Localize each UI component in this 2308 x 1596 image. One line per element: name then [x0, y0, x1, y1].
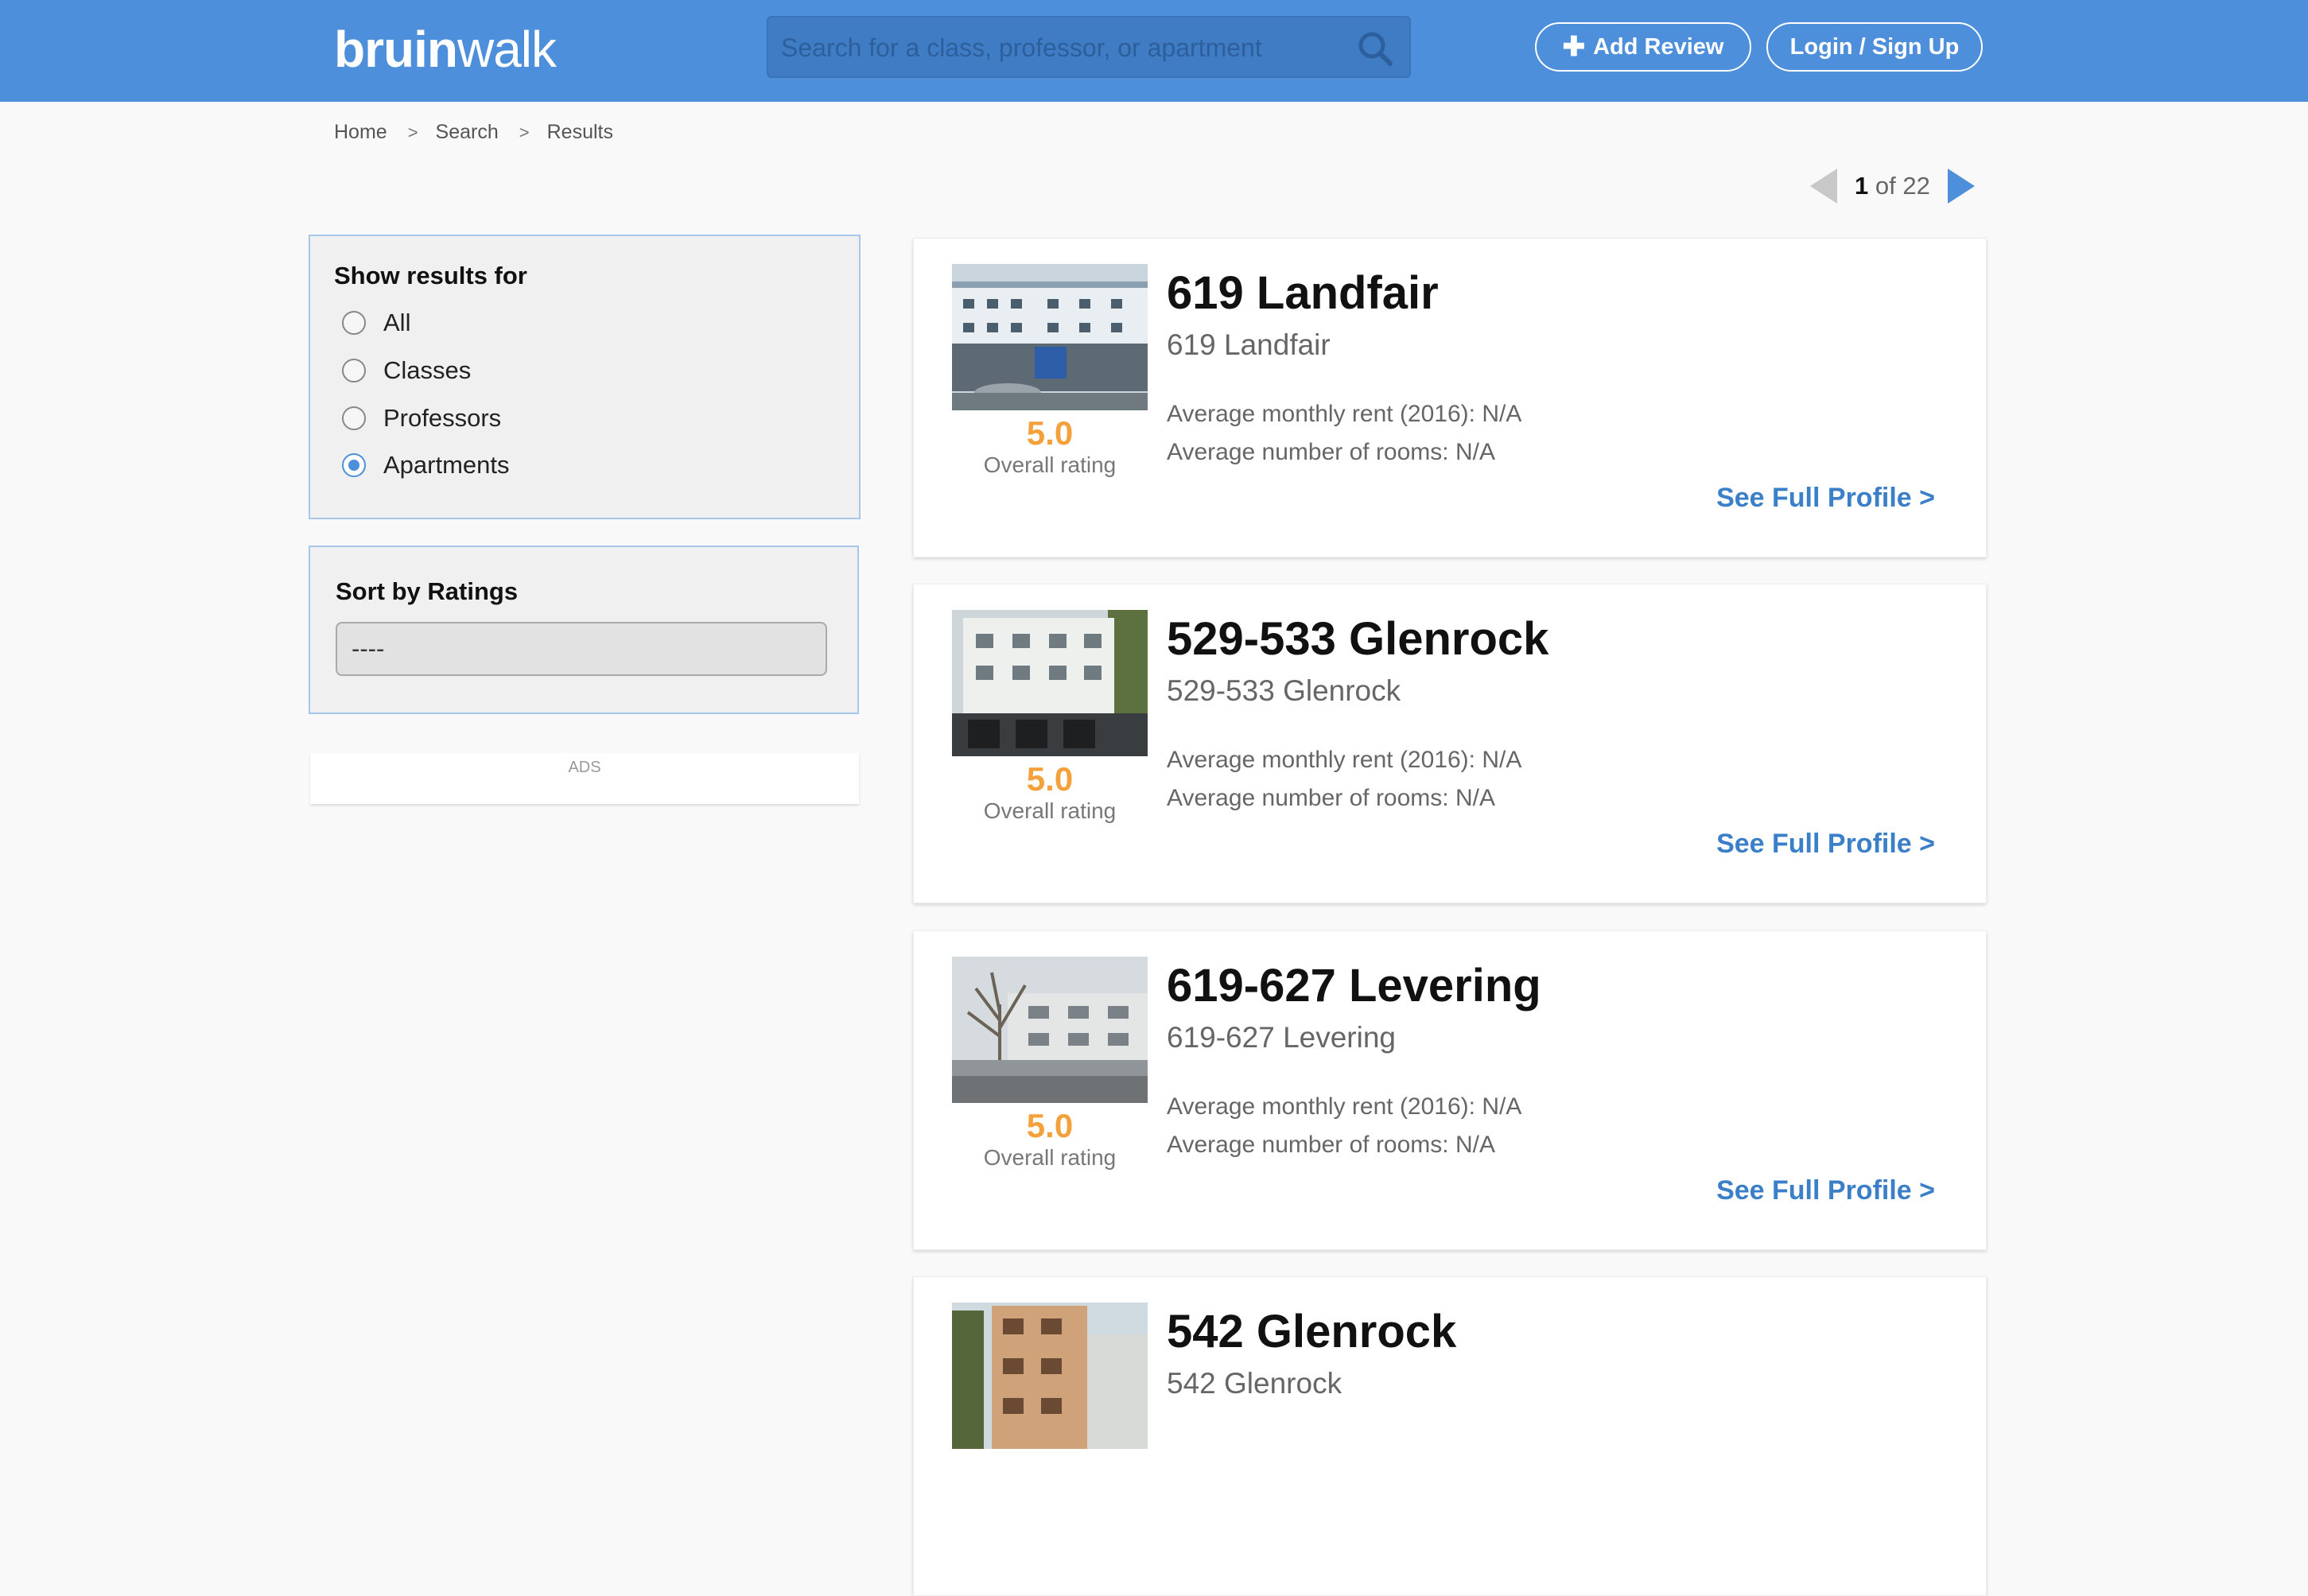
previous-page-icon[interactable]	[1810, 169, 1837, 204]
average-rooms: Average number of rooms: N/A	[1167, 1132, 1495, 1158]
average-rooms: Average number of rooms: N/A	[1167, 439, 1495, 465]
see-full-profile-link[interactable]: See Full Profile >	[1716, 826, 1935, 861]
overall-rating-value: 5.0	[1026, 760, 1074, 798]
page-indicator: 1 of 22	[1855, 172, 1930, 200]
breadcrumb-search[interactable]: Search	[436, 121, 499, 143]
radio-option-label: Classes	[383, 356, 472, 384]
result-subtitle: 542 Glenrock	[1167, 1367, 1342, 1400]
overall-rating-value: 5.0	[1026, 1107, 1074, 1144]
apartment-photo[interactable]	[952, 957, 1148, 1103]
apartment-photo[interactable]	[952, 1303, 1148, 1449]
pagination: 1 of 22	[1810, 169, 1975, 210]
radio-button-icon[interactable]	[342, 406, 366, 430]
average-rent: Average monthly rent (2016): N/A	[1167, 401, 1522, 427]
search-icon[interactable]	[1357, 30, 1393, 67]
search-bar	[767, 16, 1411, 78]
radio-option-label: All	[383, 309, 411, 336]
radio-button-icon[interactable]	[342, 359, 366, 382]
plus-icon: ✚	[1562, 32, 1586, 62]
result-subtitle: 619 Landfair	[1167, 328, 1331, 361]
average-rent: Average monthly rent (2016): N/A	[1167, 1093, 1522, 1120]
apartment-photo-image	[952, 1303, 1148, 1449]
result-card: 5.0 Overall rating 619-627 Levering 619-…	[913, 930, 1987, 1250]
radio-option-label: Apartments	[383, 451, 510, 479]
sort-title: Sort by Ratings	[336, 577, 519, 605]
result-subtitle: 529-533 Glenrock	[1167, 674, 1401, 707]
sort-panel: Sort by Ratings ----	[309, 546, 859, 714]
apartment-photo[interactable]	[952, 610, 1148, 756]
result-title[interactable]: 619-627 Levering	[1167, 958, 1541, 1014]
sort-select[interactable]: ----	[336, 622, 827, 676]
overall-rating-value: 5.0	[1026, 414, 1074, 452]
breadcrumb-results: Results	[546, 121, 613, 143]
overall-rating-label: Overall rating	[983, 452, 1117, 477]
apartment-photo-image	[952, 957, 1148, 1103]
login-signup-label: Login / Sign Up	[1789, 34, 1960, 60]
breadcrumb-separator: >	[407, 122, 418, 142]
top-navigation-bar: bruinwalk ✚ Add Review Login / Sign Up	[0, 0, 2308, 102]
search-input[interactable]	[779, 17, 1323, 78]
average-rooms: Average number of rooms: N/A	[1167, 785, 1495, 811]
ads-label: ADS	[568, 759, 601, 776]
ads-box: ADS	[310, 753, 859, 804]
see-full-profile-link[interactable]: See Full Profile >	[1716, 1173, 1935, 1208]
see-full-profile-link[interactable]: See Full Profile >	[1716, 480, 1935, 515]
result-title[interactable]: 529-533 Glenrock	[1167, 612, 1548, 667]
filter-title: Show results for	[334, 262, 527, 289]
result-title[interactable]: 619 Landfair	[1167, 266, 1439, 321]
result-card: 5.0 Overall rating 529-533 Glenrock 529-…	[913, 584, 1987, 903]
radio-button-icon[interactable]	[342, 453, 366, 477]
average-rent: Average monthly rent (2016): N/A	[1167, 747, 1522, 773]
result-title[interactable]: 542 Glenrock	[1167, 1304, 1456, 1360]
breadcrumb-separator: >	[519, 122, 530, 142]
overall-rating-label: Overall rating	[983, 1145, 1117, 1170]
result-subtitle: 619-627 Levering	[1167, 1021, 1396, 1054]
result-type-filter: Show results for All Classes Professors Apa…	[309, 235, 861, 519]
add-review-label: Add Review	[1593, 34, 1724, 60]
breadcrumb-home[interactable]: Home	[334, 121, 387, 143]
add-review-button[interactable]: ✚ Add Review	[1535, 22, 1751, 72]
bruinwalk-logo[interactable]: bruinwalk	[334, 17, 557, 81]
overall-rating-label: Overall rating	[983, 798, 1117, 823]
breadcrumb: Home > Search > Results	[334, 118, 613, 146]
result-card: 542 Glenrock 542 Glenrock	[913, 1276, 1987, 1596]
apartment-photo-image	[952, 264, 1148, 410]
login-signup-button[interactable]: Login / Sign Up	[1766, 22, 1983, 72]
apartment-photo[interactable]	[952, 264, 1148, 410]
result-card: 5.0 Overall rating 619 Landfair 619 Land…	[913, 238, 1987, 557]
apartment-photo-image	[952, 610, 1148, 756]
next-page-icon[interactable]	[1947, 169, 1975, 204]
radio-option-label: Professors	[383, 404, 502, 432]
radio-button-icon[interactable]	[342, 311, 366, 335]
